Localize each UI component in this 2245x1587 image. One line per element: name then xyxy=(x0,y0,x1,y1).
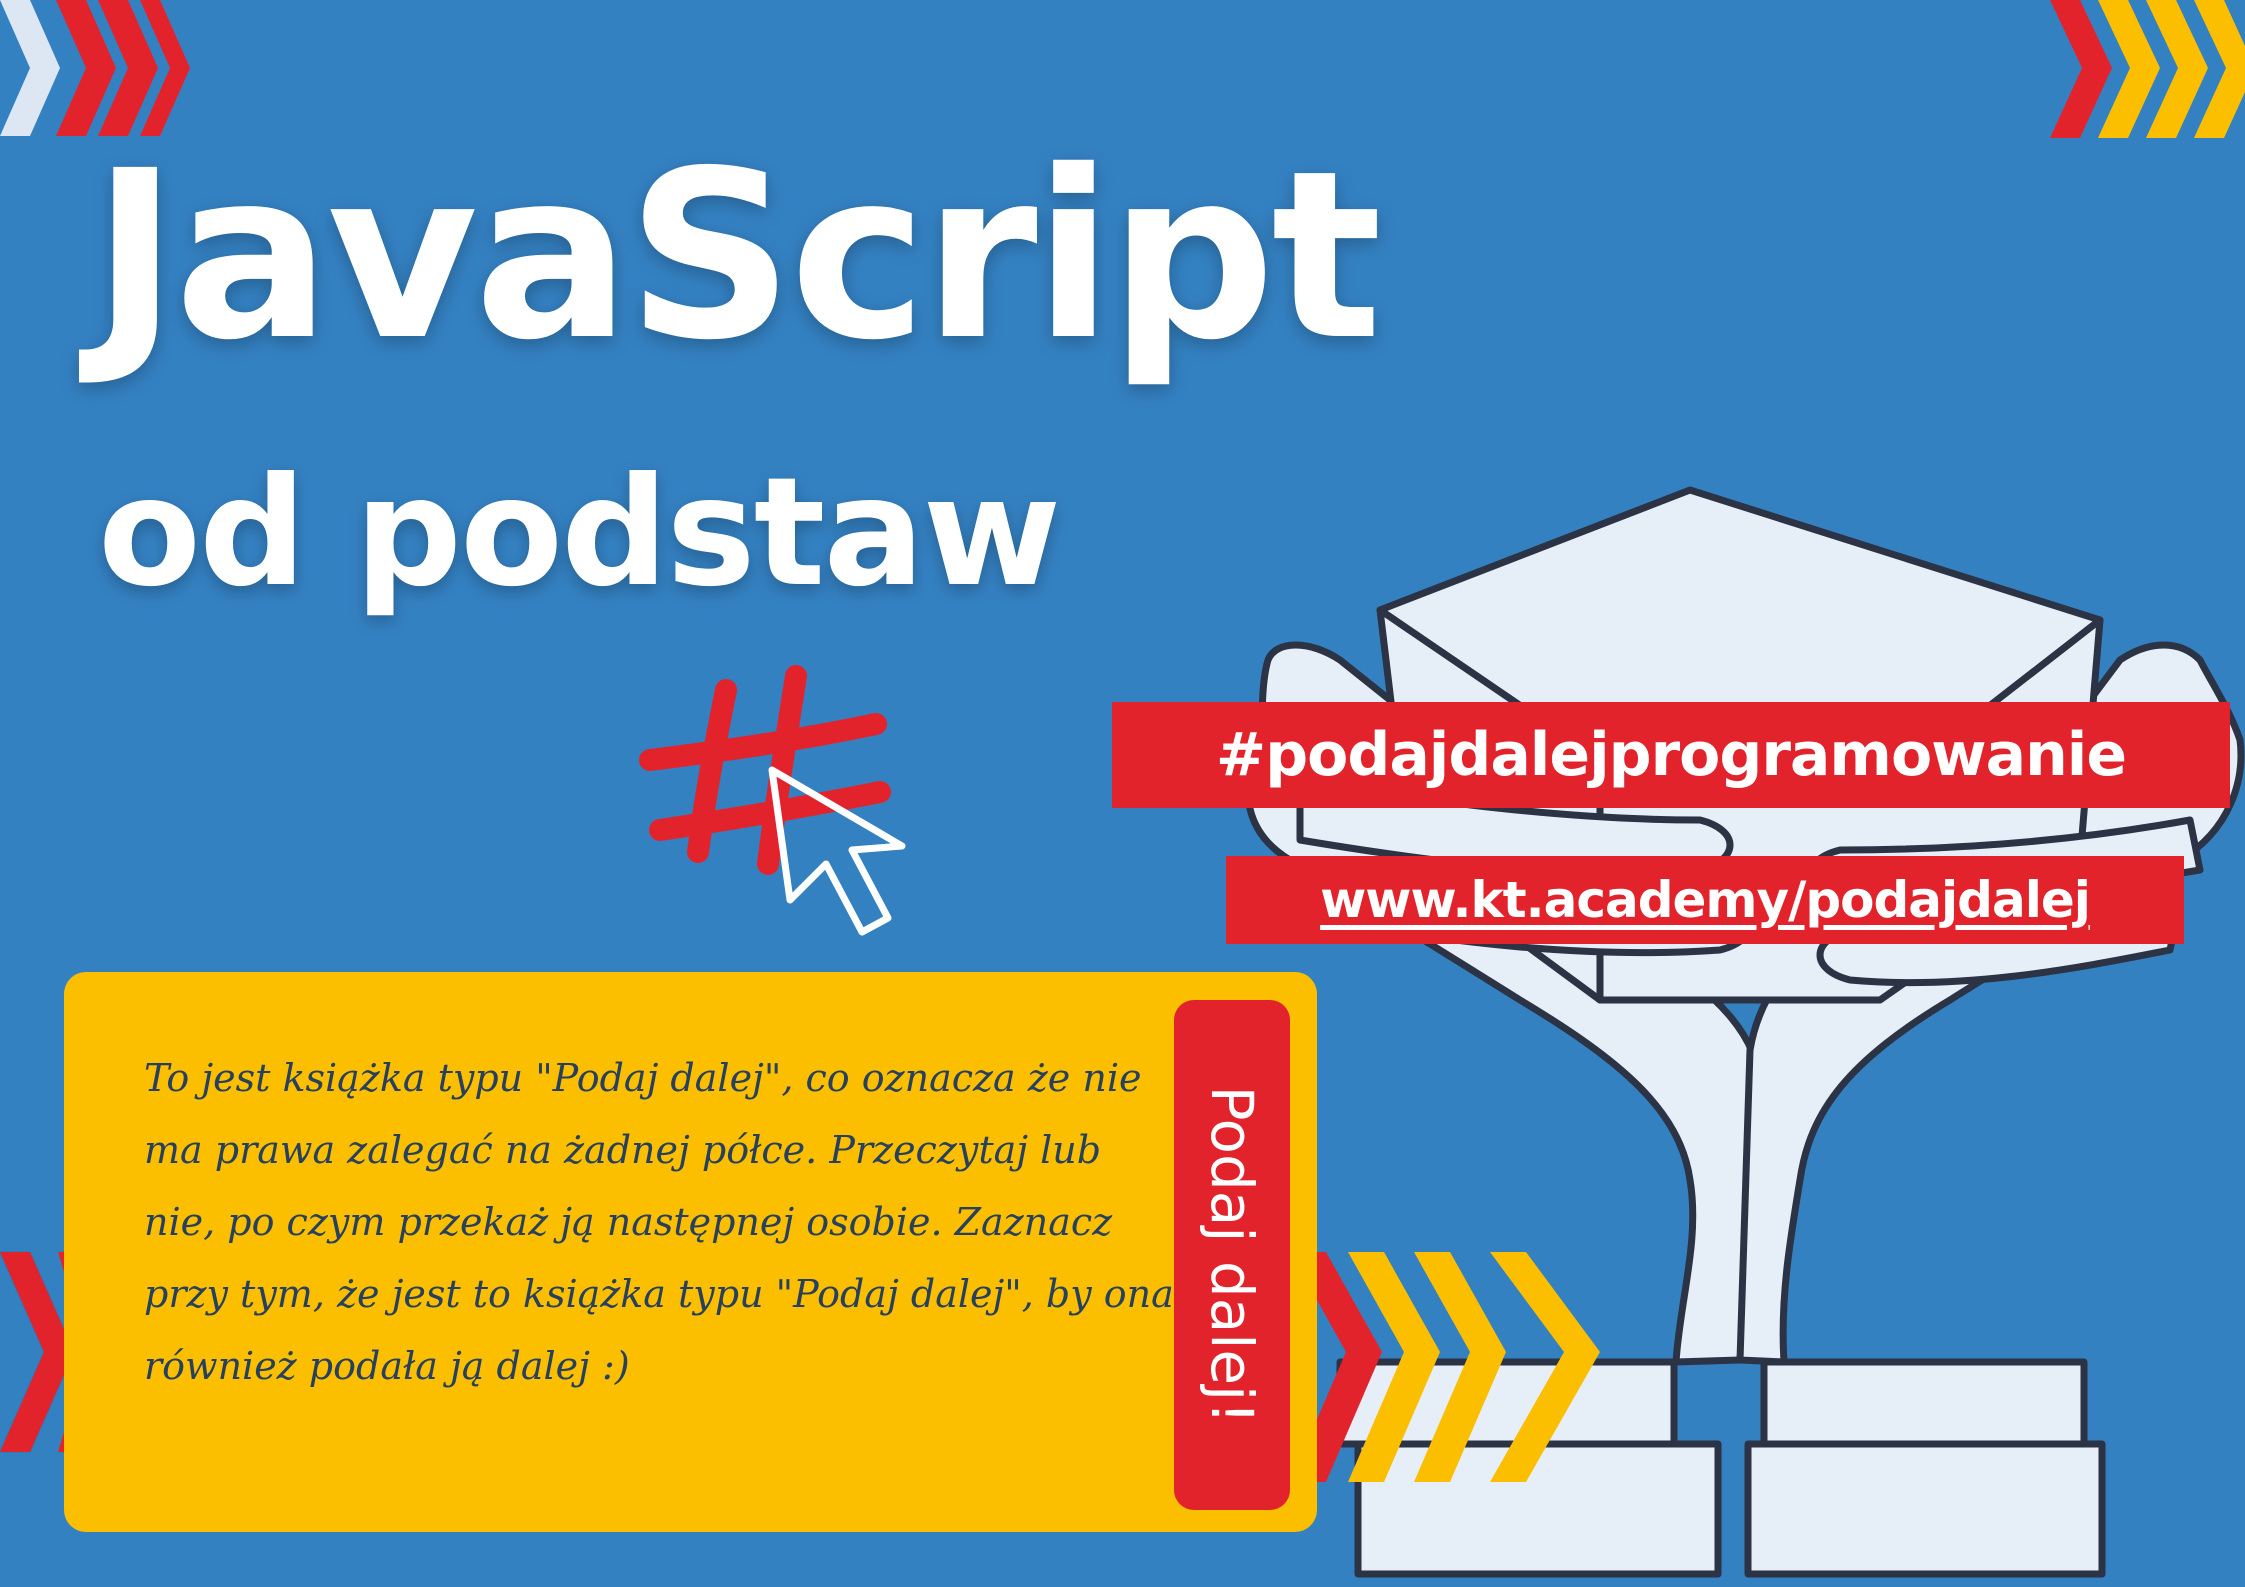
book-title: JavaScript xyxy=(92,121,1382,391)
chevron-arrows-icon xyxy=(0,0,190,136)
side-tab: Podaj dalej! xyxy=(1174,1000,1290,1510)
hashtag-banner: #podajdalejprogramowanie xyxy=(1112,702,2230,808)
side-tab-label: Podaj dalej! xyxy=(1198,1085,1266,1425)
chevron-arrows-icon xyxy=(2050,0,2245,138)
url-link[interactable]: www.kt.academy/podajdalej xyxy=(1226,856,2184,944)
info-description: To jest książka typu "Podaj dalej", co o… xyxy=(144,1056,1174,1388)
hash-symbol-icon xyxy=(639,665,891,875)
info-card: To jest książka typu "Podaj dalej", co o… xyxy=(64,972,1317,1532)
book-subtitle: od podstaw xyxy=(98,446,1061,620)
